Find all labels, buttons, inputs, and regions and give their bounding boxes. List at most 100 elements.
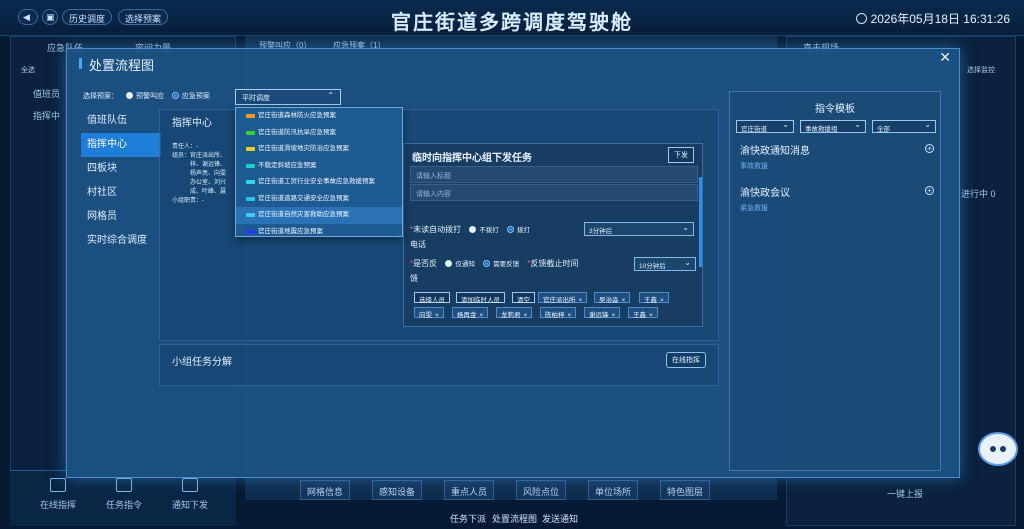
dock-online-command[interactable]: 在线指挥 [28,478,88,511]
headset-icon [50,478,66,492]
close-icon: × [649,312,653,319]
plan-label: 选择预案： [83,93,118,100]
select-all[interactable]: 全选 [21,65,35,75]
person-tag[interactable]: 陈柏梓 × [540,307,577,319]
person-tag[interactable]: 王鑫 × [628,307,658,319]
person-tag[interactable]: 吴治淼 × [594,292,631,304]
dropdown-option[interactable]: 官庄街道森林防火应急预案 [236,108,402,125]
radio-only-notify[interactable] [445,260,453,267]
footer-send-notice[interactable]: 发送通知 [542,512,578,525]
template-title: 指令模板 [815,104,855,115]
add-temp-personnel-button[interactable]: 添加临时人员 [456,292,505,304]
sidebar-item-duty-team[interactable]: 值班队伍 [81,109,161,133]
swatch-1 [246,130,255,135]
top-bar: ◀ ▣ 历史调度 选择预案 官庄街道多跨调度驾驶舱 2026年05月18日 16… [0,0,1024,36]
radio-call[interactable] [507,226,515,233]
swatch-5 [246,196,255,201]
content-input[interactable]: 请输入内容 [410,184,698,201]
layer-places[interactable]: 单位场所 [588,480,639,500]
dock-notify[interactable]: 通知下发 [160,478,220,511]
layer-sensors[interactable]: 感知设备 [372,480,423,500]
sidebar-item-realtime[interactable]: 实时综合调度 [81,229,161,253]
dropdown-option[interactable]: 官庄街道自然灾害救助应急预案 [236,207,402,224]
robot-assistant-icon[interactable] [978,432,1018,466]
close-icon: × [578,297,583,304]
clear-button[interactable]: 清空 [512,292,535,304]
layer-key-persons[interactable]: 重点人员 [444,480,495,500]
plan-select[interactable]: 平时调度 ⌃ [235,89,341,105]
plus-icon[interactable]: + [925,144,934,153]
radio-plan[interactable] [171,92,179,99]
sidebar-item-four-blocks[interactable]: 四板块 [81,157,161,181]
dropdown-option[interactable]: 官庄街道道路交通安全应急预案 [236,191,402,208]
issue-button[interactable]: 下发 [668,147,694,163]
sidebar-item-command-center[interactable]: 指挥中心 [81,133,161,157]
dropdown-option[interactable]: 官庄街道地震应急预案 [236,224,402,237]
radio-warning-label: 预警叫应 [135,93,164,100]
person-tag[interactable]: 杨再金 × [452,307,489,319]
feedback-deadline-select[interactable]: 10分钟后 ⌄ [634,257,696,271]
close-icon: × [479,312,484,319]
document-icon [116,478,132,492]
close-icon: × [611,312,616,319]
chevron-up-icon: ⌃ [327,91,334,100]
select-monitor-button[interactable]: 选择监控 [967,65,995,75]
close-icon[interactable]: ✕ [939,49,951,66]
footer-dispatch[interactable]: 任务下派 [450,512,486,525]
template-item[interactable]: 渝快政会议 紧急救援 + [740,184,934,213]
panel-title: 指挥中心 [172,118,212,129]
person-tag[interactable]: 王鑫 × [639,292,669,304]
call-delay-select[interactable]: 3分钟后 ⌄ [584,222,694,236]
template-filter-2[interactable]: 事故救援组 ⌄ [800,120,866,133]
robot-eye [1000,446,1006,452]
person-tag[interactable]: 龙莉君 × [496,307,533,319]
plus-icon[interactable]: + [925,186,934,195]
modal-title: 处置流程图 [78,55,154,74]
chevron-down-icon: ⌄ [854,120,861,129]
layer-special[interactable]: 特色图层 [660,480,711,500]
footer-flowchart[interactable]: 处置流程图 [492,512,537,525]
scrollbar[interactable] [699,177,702,267]
dropdown-option[interactable]: 不稳定斜坡应急预案 [236,158,402,175]
datetime: 2026年05月18日 16:31:26 [855,10,1010,27]
layer-grid-info[interactable]: 网格信息 [300,480,351,500]
plan-dropdown: 官庄街道森林防火应急预案 官庄街道防汛抗旱应急预案 官庄街道滑坡地灾防治应急预案… [235,107,403,237]
map-layer-bar: 网格信息 感知设备 重点人员 风险点位 单位场所 特色图层 [300,480,770,500]
close-icon: × [621,297,626,304]
subtask-panel: 小组任务分解 在线指挥 [159,344,719,386]
template-filter-1[interactable]: 官庄街道 ⌄ [736,120,794,133]
dock-task-order[interactable]: 任务指令 [94,478,154,511]
task-form: 临时向指挥中心组下发任务 下发 请输入标题 请输入内容 *未读自动拨打 不拨打 … [403,143,703,327]
plan-selector: 选择预案： 预警叫应 应急预案 [83,91,210,101]
group-sidebar: 值班队伍 指挥中心 四板块 村社区 网格员 实时综合调度 [81,109,161,253]
swatch-2 [246,147,255,151]
radio-no-call[interactable] [469,226,477,233]
radio-plan-label: 应急预案 [181,93,210,100]
template-filter-3[interactable]: 全部 ⌄ [872,120,936,133]
left-row-command: 指挥中 [33,111,61,121]
swatch-7 [246,229,255,234]
person-tag[interactable]: 谢远锋 × [584,307,621,319]
template-item[interactable]: 渝快政通知消息 事故救援 + [740,142,934,171]
swatch-6 [246,213,255,217]
online-command-button[interactable]: 在线指挥 [666,352,706,368]
radio-warning[interactable] [125,92,133,99]
dropdown-option[interactable]: 官庄街道滑坡地灾防治应急预案 [236,141,402,158]
sidebar-item-grid-staff[interactable]: 网格员 [81,205,161,229]
person-tag[interactable]: 官庄派出所 × [538,292,588,304]
layer-risk-points[interactable]: 风险点位 [516,480,567,500]
dropdown-option[interactable]: 官庄街道防汛抗旱应急预案 [236,125,402,142]
select-personnel-button[interactable]: 选择人员 [414,292,450,304]
swatch-4 [246,180,255,184]
flowchart-modal: 处置流程图 ✕ 选择预案： 预警叫应 应急预案 平时调度 ⌃ 值班队伍 指挥中心 … [66,48,960,478]
robot-eye [990,446,996,452]
one-click-report-button[interactable]: 一键上报 [887,487,923,500]
radio-need-feedback[interactable] [483,260,491,267]
swatch-3 [246,163,255,168]
dropdown-option[interactable]: 官庄街道工贸行业安全事故应急救援预案 [236,174,402,191]
sidebar-item-village[interactable]: 村社区 [81,181,161,205]
left-row-duty: 值班员 [33,89,61,99]
chevron-down-icon: ⌄ [782,120,789,129]
title-input[interactable]: 请输入标题 [410,166,698,183]
person-tag[interactable]: 向雯 × [414,307,444,319]
